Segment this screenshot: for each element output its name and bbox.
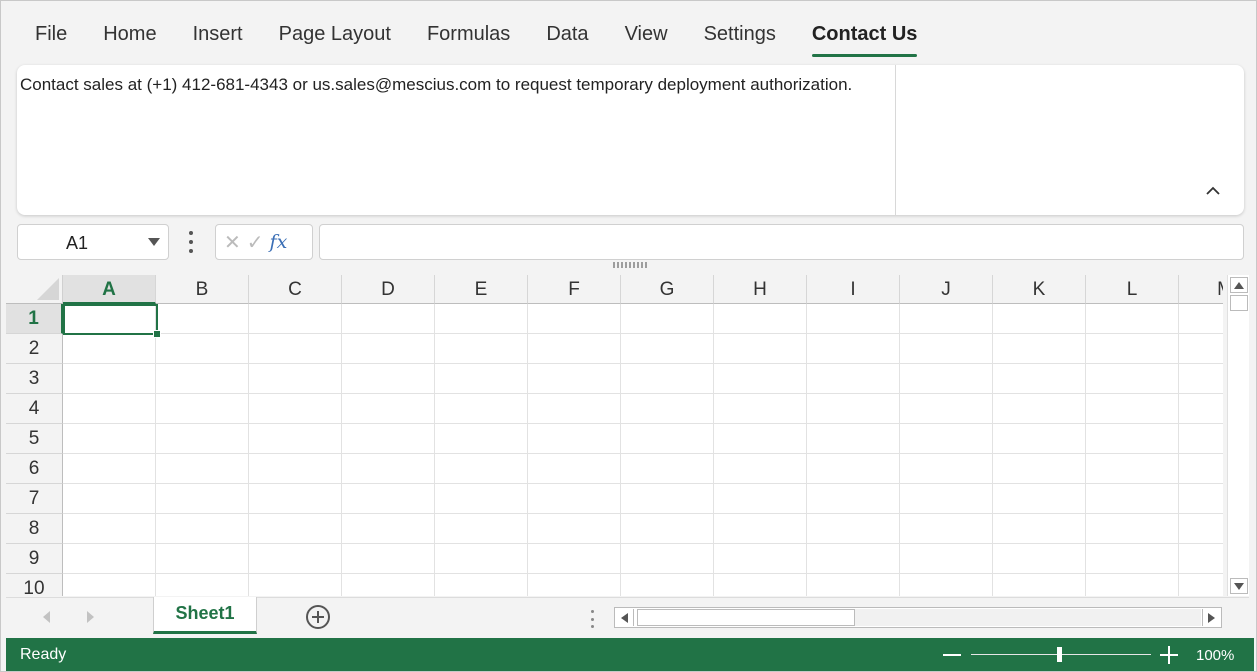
row-header[interactable]: 3 — [6, 364, 63, 394]
zoom-in-icon[interactable] — [1160, 646, 1178, 664]
sheet-tab-bar: Sheet1 — [6, 597, 1249, 635]
tab-file[interactable]: File — [17, 19, 85, 57]
zoom-level[interactable]: 100% — [1196, 647, 1234, 664]
name-box-value: A1 — [66, 233, 89, 253]
column-header[interactable]: D — [342, 275, 435, 304]
tab-insert[interactable]: Insert — [175, 19, 261, 57]
collapse-ribbon-button[interactable] — [1199, 177, 1227, 205]
arrow-right-icon — [1208, 612, 1215, 623]
arrow-up-icon — [1234, 281, 1244, 289]
arrow-down-icon — [1234, 582, 1244, 590]
row-header[interactable]: 6 — [6, 454, 63, 484]
name-box[interactable]: A1 — [17, 224, 169, 260]
active-cell[interactable] — [63, 304, 161, 338]
select-all-corner[interactable] — [6, 275, 63, 304]
row-header[interactable]: 4 — [6, 394, 63, 424]
tab-home[interactable]: Home — [85, 19, 174, 57]
ribbon-divider — [895, 65, 896, 215]
cancel-icon[interactable]: ✕ — [224, 230, 241, 255]
row-header[interactable]: 1 — [6, 304, 63, 334]
column-header[interactable]: G — [621, 275, 714, 304]
dot-icon — [189, 240, 193, 244]
formula-input[interactable] — [319, 224, 1244, 260]
sheet-tab-sheet1[interactable]: Sheet1 — [153, 597, 257, 634]
tab-data[interactable]: Data — [528, 19, 606, 57]
tab-settings[interactable]: Settings — [686, 19, 794, 57]
column-header[interactable]: I — [807, 275, 900, 304]
tab-contact-us[interactable]: Contact Us — [794, 19, 936, 57]
next-sheet-icon[interactable] — [87, 611, 94, 623]
formula-bar-resize-handle[interactable] — [613, 262, 649, 268]
chevron-down-icon[interactable] — [148, 238, 160, 246]
row-header[interactable]: 9 — [6, 544, 63, 574]
tab-view[interactable]: View — [607, 19, 686, 57]
column-header[interactable]: L — [1086, 275, 1179, 304]
add-sheet-icon[interactable] — [306, 605, 330, 629]
column-header[interactable]: E — [435, 275, 528, 304]
dot-icon — [189, 231, 193, 235]
dot-icon — [591, 610, 594, 613]
column-header[interactable]: K — [993, 275, 1086, 304]
spreadsheet-window: File Home Insert Page Layout Formulas Da… — [0, 0, 1257, 672]
status-bar: Ready 100% — [6, 638, 1254, 671]
column-headers: A B C D E F G H I J K L M — [63, 275, 1223, 304]
column-header[interactable]: B — [156, 275, 249, 304]
column-header[interactable]: A — [63, 275, 156, 304]
row-header[interactable]: 7 — [6, 484, 63, 514]
column-header[interactable]: C — [249, 275, 342, 304]
tab-page-layout[interactable]: Page Layout — [261, 19, 409, 57]
tab-formulas[interactable]: Formulas — [409, 19, 528, 57]
tab-bar-resize-handle[interactable] — [591, 610, 595, 628]
scroll-down-button[interactable] — [1230, 578, 1248, 594]
column-header[interactable]: M — [1179, 275, 1223, 304]
row-header[interactable]: 10 — [6, 574, 63, 596]
arrow-left-icon — [621, 612, 628, 623]
row-header[interactable]: 5 — [6, 424, 63, 454]
dot-icon — [189, 249, 193, 253]
ribbon-tabs: File Home Insert Page Layout Formulas Da… — [17, 19, 935, 59]
fx-icon[interactable]: fx — [270, 231, 288, 253]
dot-icon — [591, 617, 594, 621]
horizontal-scroll-thumb[interactable] — [637, 609, 855, 626]
row-headers: 1 2 3 4 5 6 7 8 9 10 — [6, 304, 63, 596]
scroll-up-button[interactable] — [1230, 277, 1248, 293]
spreadsheet-grid: A B C D E F G H I J K L M 1 2 3 4 5 6 7 … — [6, 275, 1223, 596]
ribbon-panel: Contact sales at (+1) 412-681-4343 or us… — [17, 65, 1244, 215]
row-header[interactable]: 8 — [6, 514, 63, 544]
row-header[interactable]: 2 — [6, 334, 63, 364]
zoom-slider-thumb[interactable] — [1057, 647, 1062, 662]
vertical-scrollbar[interactable] — [1227, 275, 1249, 596]
formula-buttons: ✕ ✓ fx — [215, 224, 313, 260]
horizontal-scrollbar[interactable] — [614, 607, 1222, 628]
chevron-up-icon — [1206, 186, 1220, 195]
confirm-icon[interactable]: ✓ — [247, 230, 264, 255]
status-text: Ready — [20, 646, 67, 663]
scroll-right-button[interactable] — [1202, 609, 1220, 626]
previous-sheet-icon[interactable] — [43, 611, 50, 623]
zoom-out-icon[interactable] — [943, 654, 961, 656]
dot-icon — [591, 625, 594, 628]
cell-area[interactable] — [63, 304, 1223, 596]
scroll-left-button[interactable] — [616, 609, 634, 626]
column-header[interactable]: H — [714, 275, 807, 304]
contact-message: Contact sales at (+1) 412-681-4343 or us… — [20, 75, 853, 94]
vertical-scroll-thumb[interactable] — [1230, 295, 1248, 311]
column-header[interactable]: F — [528, 275, 621, 304]
horizontal-scroll-track[interactable] — [855, 609, 1201, 626]
formula-bar-options-button[interactable] — [184, 229, 198, 255]
column-header[interactable]: J — [900, 275, 993, 304]
